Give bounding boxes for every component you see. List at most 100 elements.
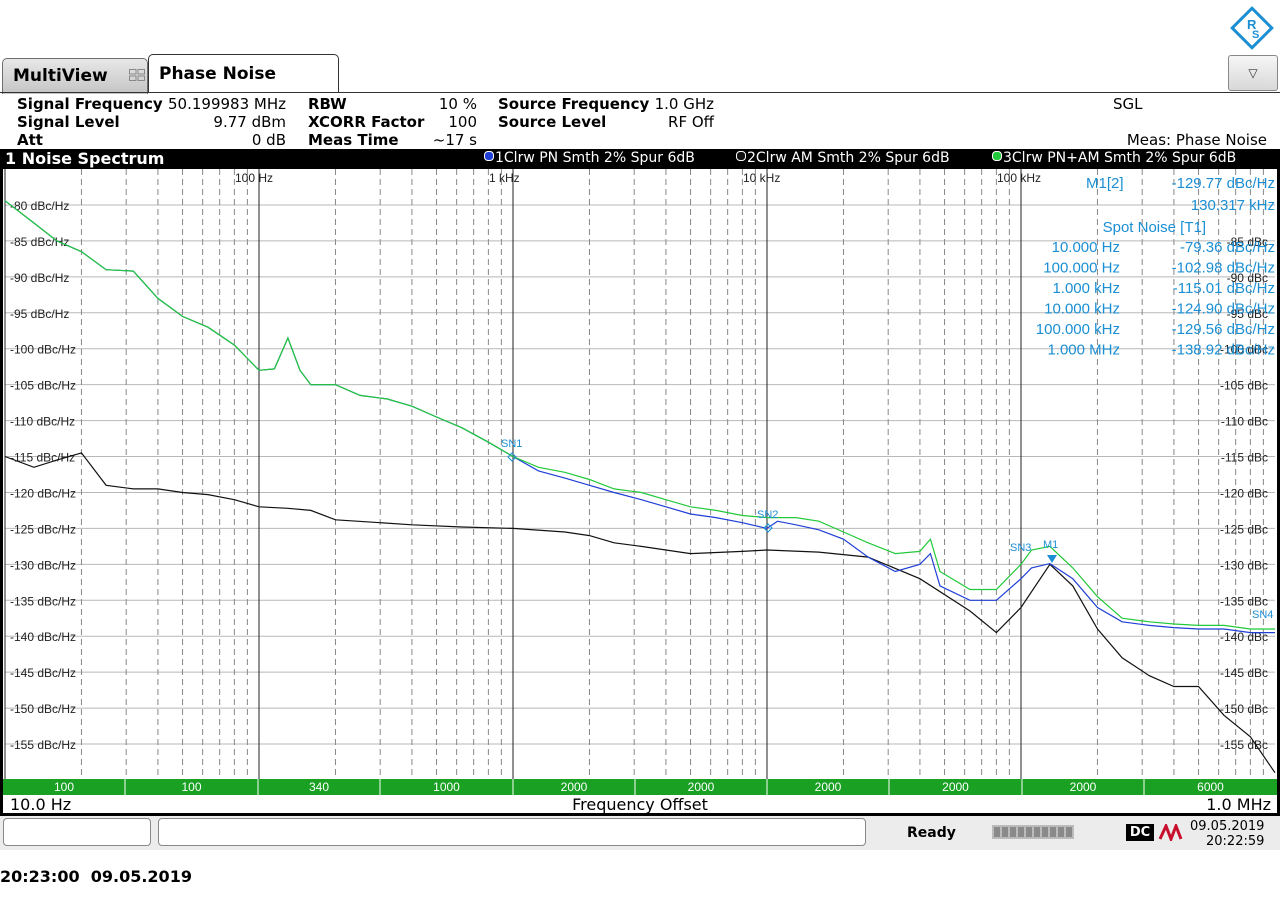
average-count-label: 100 bbox=[54, 780, 74, 794]
trace-2-label: 2Clrw AM Smth 2% Spur 6dB bbox=[747, 150, 950, 166]
x-decade-label: 10 kHz bbox=[743, 171, 780, 185]
y-label-right: -120 dBc bbox=[1220, 486, 1268, 500]
tab-phase-noise[interactable]: Phase Noise bbox=[148, 54, 339, 92]
source-frequency-label: Source Frequency bbox=[498, 95, 650, 113]
noise-spectrum-chart[interactable]: -80 dBc/Hz-85 dBc/Hz-90 dBc/Hz-95 dBc/Hz… bbox=[0, 169, 1280, 780]
y-label-left: -105 dBc/Hz bbox=[10, 379, 76, 393]
x-decade-label: 100 Hz bbox=[235, 171, 273, 185]
averages-bar-labels: 100 100 340 1000 2000 2000 2000 2000 2000 6000 bbox=[54, 779, 1224, 795]
y-label-left: -100 dBc/Hz bbox=[10, 343, 76, 357]
average-count-label: 340 bbox=[309, 780, 329, 794]
trace-3-dot bbox=[992, 151, 1002, 161]
signal-frequency-value: 50.199983 MHz bbox=[168, 95, 286, 113]
chevron-down-icon: ▽ bbox=[1248, 66, 1258, 80]
spot-noise-frequency: 10.000 kHz bbox=[1044, 301, 1120, 318]
rbw-value: 10 % bbox=[438, 95, 477, 113]
y-label-left: -110 dBc/Hz bbox=[10, 415, 75, 429]
spot-noise-value: -102.98 dBc/Hz bbox=[1172, 260, 1275, 277]
rbw-label: RBW bbox=[308, 95, 347, 113]
frequency-offset-label: Frequency Offset bbox=[572, 795, 708, 814]
meas-time-label: Meas Time bbox=[308, 131, 399, 149]
y-label-right: -135 dBc bbox=[1220, 594, 1268, 608]
source-level-value: RF Off bbox=[668, 113, 714, 131]
spot-noise-value: -115.01 dBc/Hz bbox=[1173, 280, 1275, 297]
window-title: 1 Noise Spectrum bbox=[5, 149, 165, 168]
spot-noise-frequency: 1.000 kHz bbox=[1052, 280, 1120, 297]
start-frequency: 10.0 Hz bbox=[10, 795, 72, 814]
y-label-right: -105 dBc bbox=[1220, 379, 1268, 393]
y-label-right: -115 dBc bbox=[1221, 451, 1268, 465]
source-level-label: Source Level bbox=[498, 113, 607, 131]
status-field-1[interactable] bbox=[3, 818, 151, 846]
marker-m1-label: M1 bbox=[1043, 539, 1058, 551]
y-label-left: -150 dBc/Hz bbox=[10, 702, 76, 716]
y-label-left: -145 dBc/Hz bbox=[10, 666, 76, 680]
att-label: Att bbox=[17, 131, 43, 149]
y-label-left: -90 dBc/Hz bbox=[10, 271, 69, 285]
x-decade-label: 1 kHz bbox=[489, 171, 520, 185]
marker-sn3-label: SN3 bbox=[1010, 542, 1031, 554]
y-label-left: -135 dBc/Hz bbox=[10, 594, 76, 608]
att-value: 0 dB bbox=[251, 131, 286, 149]
spot-noise-title: Spot Noise [T1] bbox=[1103, 219, 1206, 236]
y-label-left: -125 dBc/Hz bbox=[10, 522, 76, 536]
tab-multiview[interactable]: MultiView bbox=[2, 58, 148, 94]
m1-label: M1[2] bbox=[1086, 175, 1124, 192]
progress-icon bbox=[992, 825, 1074, 839]
spot-noise-frequency: 1.000 MHz bbox=[1047, 342, 1120, 359]
marker-sn2-label: SN2 bbox=[757, 509, 778, 521]
average-count-label: 2000 bbox=[688, 780, 715, 794]
multiview-grid-icon bbox=[129, 69, 145, 81]
tab-multiview-label: MultiView bbox=[13, 66, 108, 86]
dropdown-button[interactable]: ▽ bbox=[1228, 55, 1278, 91]
x-decade-label: 100 kHz bbox=[997, 171, 1041, 185]
y-label-left: -130 dBc/Hz bbox=[10, 558, 76, 572]
average-count-label: 2000 bbox=[1070, 780, 1097, 794]
spot-noise-value: -138.92 dBc/Hz bbox=[1172, 342, 1275, 359]
svg-text:S: S bbox=[1252, 29, 1259, 41]
signal-frequency-label: Signal Frequency bbox=[17, 95, 163, 113]
marker-sn4-label: SN4 bbox=[1252, 609, 1273, 621]
y-label-right: -130 dBc bbox=[1220, 558, 1268, 572]
signal-level-value: 9.77 dBm bbox=[213, 113, 286, 131]
status-field-2[interactable] bbox=[158, 818, 866, 846]
trace-1-dot bbox=[484, 151, 494, 161]
trace-legend-2[interactable]: 2Clrw AM Smth 2% Spur 6dB bbox=[736, 150, 950, 166]
screenshot-timestamp: 20:23:00 09.05.2019 bbox=[0, 867, 192, 886]
y-label-right: -125 dBc bbox=[1220, 522, 1268, 536]
meas-time-value: ~17 s bbox=[432, 131, 477, 149]
trace-2-dot bbox=[736, 151, 746, 161]
y-label-left: -120 dBc/Hz bbox=[10, 486, 76, 500]
source-frequency-value: 1.0 GHz bbox=[654, 95, 714, 113]
y-label-left: -140 dBc/Hz bbox=[10, 630, 76, 644]
trace-legend-1[interactable]: 1Clrw PN Smth 2% Spur 6dB bbox=[484, 150, 695, 166]
meas-name: Meas: Phase Noise bbox=[1126, 131, 1267, 149]
lxi-icon bbox=[1158, 824, 1183, 841]
average-count-label: 100 bbox=[181, 780, 201, 794]
spot-noise-frequency: 10.000 Hz bbox=[1052, 239, 1120, 256]
window-title-bar[interactable]: 1 Noise Spectrum 1Clrw PN Smth 2% Spur 6… bbox=[0, 149, 1280, 169]
xcorr-value: 100 bbox=[448, 113, 477, 131]
sgl-indicator: SGL bbox=[1113, 95, 1143, 113]
trace-1-label: 1Clrw PN Smth 2% Spur 6dB bbox=[495, 150, 695, 166]
tab-phase-noise-label: Phase Noise bbox=[159, 64, 276, 84]
average-count-label: 2000 bbox=[561, 780, 588, 794]
y-label-right: -150 dBc bbox=[1220, 702, 1268, 716]
dc-coupling-badge: DC bbox=[1126, 824, 1154, 841]
y-label-left: -155 dBc/Hz bbox=[10, 738, 76, 752]
measurement-info: Signal Frequency 50.199983 MHz Signal Le… bbox=[0, 95, 1280, 149]
average-count-label: 6000 bbox=[1197, 780, 1224, 794]
y-label-right: -155 dBc bbox=[1220, 738, 1268, 752]
y-label-right: -110 dBc bbox=[1221, 415, 1268, 429]
status-date: 09.05.2019 bbox=[1190, 819, 1265, 834]
status-time: 20:22:59 bbox=[1206, 834, 1265, 849]
spot-noise-value: -129.56 dBc/Hz bbox=[1172, 321, 1275, 338]
trace-legend-3[interactable]: 3Clrw PN+AM Smth 2% Spur 6dB bbox=[992, 150, 1236, 166]
marker-sn1-label: SN1 bbox=[501, 438, 522, 450]
tab-divider bbox=[0, 92, 1280, 93]
average-count-label: 1000 bbox=[433, 780, 460, 794]
ready-status: Ready bbox=[907, 825, 956, 841]
y-label-left: -95 dBc/Hz bbox=[10, 307, 69, 321]
m1-frequency: 130.317 kHz bbox=[1191, 197, 1275, 214]
average-count-label: 2000 bbox=[815, 780, 842, 794]
